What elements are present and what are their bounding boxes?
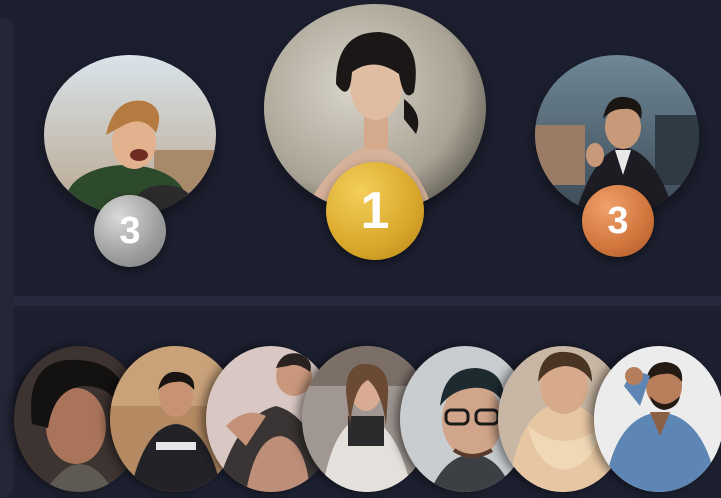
podium-center[interactable]: 1 bbox=[264, 4, 486, 260]
rank-number: 3 bbox=[607, 199, 629, 242]
podium-left[interactable]: 3 bbox=[44, 55, 216, 267]
rank-badge: 3 bbox=[582, 185, 654, 257]
rank-badge: 3 bbox=[94, 195, 166, 267]
avatar[interactable] bbox=[44, 55, 216, 215]
rank-number: 3 bbox=[119, 209, 141, 252]
section-divider bbox=[14, 296, 721, 306]
rank-number: 1 bbox=[360, 182, 390, 240]
avatar[interactable] bbox=[594, 346, 721, 492]
side-panel-edge bbox=[0, 18, 14, 498]
rank-badge: 1 bbox=[326, 162, 424, 260]
podium-right[interactable]: 3 bbox=[535, 55, 699, 257]
avatar-row bbox=[14, 346, 721, 496]
